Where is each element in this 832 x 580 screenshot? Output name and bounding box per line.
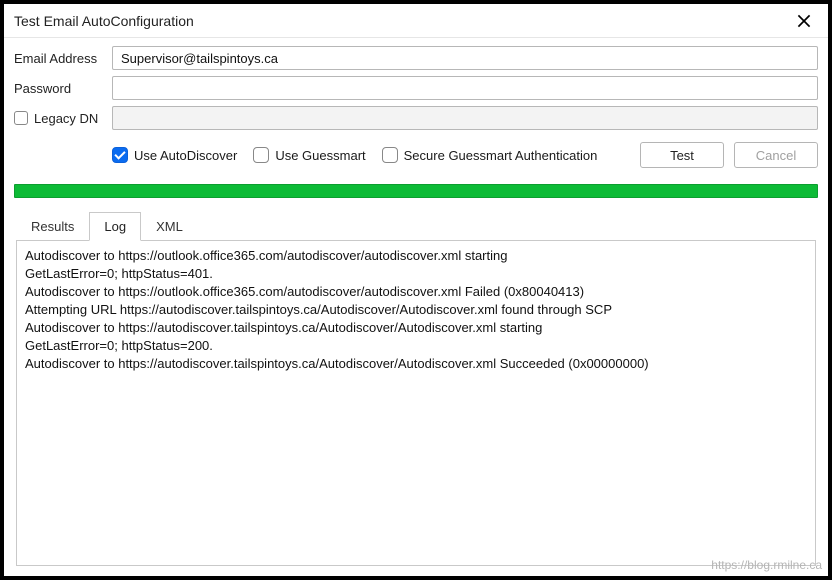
tab-results[interactable]: Results bbox=[16, 212, 89, 241]
action-buttons: Test Cancel bbox=[640, 142, 818, 168]
guessmart-checkbox[interactable] bbox=[253, 147, 269, 163]
secure-guessmart-checkbox[interactable] bbox=[382, 147, 398, 163]
log-line: GetLastError=0; httpStatus=401. bbox=[25, 265, 807, 283]
guessmart-label: Use Guessmart bbox=[275, 148, 365, 163]
tab-xml[interactable]: XML bbox=[141, 212, 198, 241]
email-input[interactable] bbox=[112, 46, 818, 70]
tabs: Results Log XML bbox=[16, 212, 816, 241]
legacydn-row: Legacy DN bbox=[14, 106, 818, 130]
test-button[interactable]: Test bbox=[640, 142, 724, 168]
autodiscover-option[interactable]: Use AutoDiscover bbox=[112, 147, 237, 163]
log-line: Autodiscover to https://outlook.office36… bbox=[25, 283, 807, 301]
password-row: Password bbox=[14, 76, 818, 100]
window-title: Test Email AutoConfiguration bbox=[14, 13, 194, 29]
log-line: Autodiscover to https://autodiscover.tai… bbox=[25, 319, 807, 337]
email-row: Email Address bbox=[14, 46, 818, 70]
log-line: Autodiscover to https://outlook.office36… bbox=[25, 247, 807, 265]
close-icon bbox=[797, 14, 811, 28]
cancel-button: Cancel bbox=[734, 142, 818, 168]
autodiscover-label: Use AutoDiscover bbox=[134, 148, 237, 163]
secure-guessmart-option[interactable]: Secure Guessmart Authentication bbox=[382, 147, 598, 163]
form-area: Email Address Password Legacy DN Use Aut… bbox=[4, 38, 828, 174]
guessmart-option[interactable]: Use Guessmart bbox=[253, 147, 365, 163]
legacydn-checkbox[interactable] bbox=[14, 111, 28, 125]
log-line: Attempting URL https://autodiscover.tail… bbox=[25, 301, 807, 319]
legacydn-input bbox=[112, 106, 818, 130]
log-line: GetLastError=0; httpStatus=200. bbox=[25, 337, 807, 355]
dialog-frame: Test Email AutoConfiguration Email Addre… bbox=[0, 0, 832, 580]
tab-log[interactable]: Log bbox=[89, 212, 141, 241]
log-output[interactable]: Autodiscover to https://outlook.office36… bbox=[16, 240, 816, 566]
secure-guessmart-label: Secure Guessmart Authentication bbox=[404, 148, 598, 163]
close-button[interactable] bbox=[790, 7, 818, 35]
options-row: Use AutoDiscover Use Guessmart Secure Gu… bbox=[14, 142, 818, 168]
autodiscover-checkbox[interactable] bbox=[112, 147, 128, 163]
log-line: Autodiscover to https://autodiscover.tai… bbox=[25, 355, 807, 373]
watermark: https://blog.rmilne.ca bbox=[711, 558, 822, 572]
progress-bar bbox=[14, 184, 818, 198]
email-label: Email Address bbox=[14, 51, 112, 66]
password-label: Password bbox=[14, 81, 112, 96]
password-input[interactable] bbox=[112, 76, 818, 100]
titlebar: Test Email AutoConfiguration bbox=[4, 4, 828, 38]
legacydn-label: Legacy DN bbox=[34, 111, 98, 126]
